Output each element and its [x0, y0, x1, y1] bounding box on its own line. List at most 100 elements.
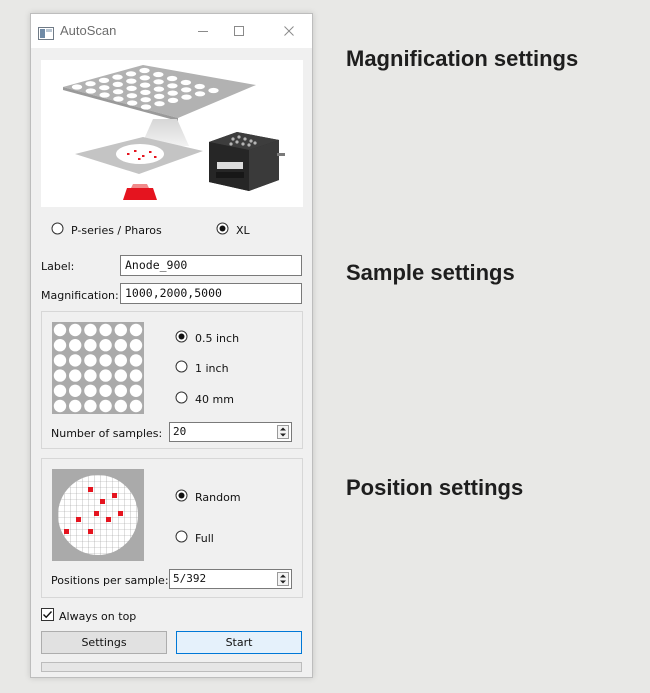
minimize-icon	[198, 31, 208, 32]
size-option-0-5-inch[interactable]: 0.5 inch	[175, 330, 239, 346]
spin-arrows-icon[interactable]	[277, 425, 289, 439]
sample-settings-group: 0.5 inch 1 inch 40 mm Number of samples:…	[41, 311, 303, 449]
always-on-top-label: Always on top	[59, 609, 137, 623]
sample-slot	[114, 323, 127, 337]
sample-slot	[69, 354, 82, 367]
sample-slot	[99, 399, 112, 413]
plate-slot	[85, 81, 96, 87]
sample-slot	[99, 384, 112, 397]
plate-slot	[181, 87, 192, 93]
sample-slot	[129, 354, 143, 367]
plate-slot	[139, 67, 150, 74]
positions-per-sample-spinbox[interactable]: 5/392	[169, 569, 292, 589]
number-of-samples-spinbox[interactable]: 20	[169, 422, 292, 442]
position-mode-label: Full	[195, 531, 214, 545]
label-input[interactable]: Anode_900	[120, 255, 302, 276]
plate-slot	[140, 104, 152, 110]
plate-slot	[113, 96, 124, 102]
sample-slot	[114, 354, 127, 367]
sample-slot	[53, 354, 67, 367]
radio-checked-icon	[175, 489, 188, 505]
plate-slot	[167, 90, 178, 96]
plate-slot	[99, 85, 110, 91]
plate-slot	[166, 75, 178, 82]
title-bar[interactable]: AutoScan	[31, 14, 312, 48]
sample-slot	[114, 369, 127, 382]
sample-slot	[129, 339, 143, 352]
position-mode-label: Random	[195, 490, 241, 504]
size-option-40-mm[interactable]: 40 mm	[175, 391, 234, 407]
sample-slot	[53, 399, 67, 413]
device-option-xl[interactable]: XL	[216, 222, 250, 238]
device-option-label: P-series / Pharos	[71, 223, 162, 237]
always-on-top-checkbox[interactable]: Always on top	[41, 608, 136, 624]
scanner-illustration	[41, 60, 303, 207]
plate-slot	[112, 74, 123, 80]
plate-slot	[167, 97, 179, 103]
spin-arrows-icon[interactable]	[277, 572, 289, 586]
close-button[interactable]	[267, 16, 311, 46]
sample-slot	[129, 323, 143, 337]
magnification-settings-annotation: Magnification settings	[346, 46, 579, 71]
radio-checked-icon	[216, 222, 229, 238]
number-of-samples-value: 20	[173, 425, 187, 438]
sample-slot	[99, 323, 112, 337]
plate-slot	[181, 94, 192, 100]
position-map-icon	[52, 469, 144, 561]
radio-checked-icon	[175, 330, 188, 346]
sample-slot	[114, 399, 127, 413]
checkbox-checked-icon	[41, 608, 54, 624]
plate-slot	[85, 88, 96, 94]
settings-button[interactable]: Settings	[41, 631, 167, 654]
plate-slot	[154, 93, 165, 99]
sample-slot	[69, 384, 82, 397]
position-mode-full[interactable]: Full	[175, 530, 214, 546]
sample-slot	[69, 339, 82, 352]
size-option-1-inch[interactable]: 1 inch	[175, 360, 229, 376]
plate-slot	[126, 85, 137, 91]
radio-unchecked-icon	[51, 222, 64, 238]
sample-slot	[69, 369, 82, 382]
sample-slot	[114, 384, 127, 397]
plate-slot	[140, 97, 151, 103]
plate-slot	[127, 100, 138, 106]
plate-slot	[139, 75, 150, 81]
sample-slot	[53, 323, 67, 337]
plate-slot	[112, 81, 124, 87]
device-option-label: XL	[236, 223, 250, 237]
position-mode-random[interactable]: Random	[175, 489, 241, 505]
sample-slot	[69, 399, 82, 413]
radio-unchecked-icon	[175, 530, 188, 546]
plate-slot	[126, 78, 137, 84]
plate-slot	[153, 71, 164, 78]
magnification-input[interactable]: 1000,2000,5000	[120, 283, 302, 304]
sample-slot	[129, 369, 143, 382]
plate-slot	[154, 101, 165, 107]
maximize-icon	[234, 26, 244, 36]
position-settings-group: Random Full Positions per sample: 5/392	[41, 458, 303, 598]
sample-slot	[129, 399, 143, 413]
radio-unchecked-icon	[175, 360, 188, 376]
plate-slot	[140, 89, 151, 95]
plate-slot	[125, 71, 137, 77]
sample-slot	[69, 323, 82, 337]
app-icon	[38, 25, 54, 44]
sample-slot	[53, 384, 67, 397]
device-option-p-series[interactable]: P-series / Pharos	[51, 222, 162, 238]
sample-slot	[84, 384, 97, 397]
plate-slot	[208, 87, 219, 94]
start-button[interactable]: Start	[176, 631, 302, 654]
sample-slot	[99, 369, 112, 382]
sample-holder-icon	[52, 322, 144, 414]
plate-slot	[194, 83, 205, 90]
sample-slot	[84, 399, 97, 413]
size-option-label: 1 inch	[195, 361, 229, 375]
plate-slot	[180, 79, 192, 86]
maximize-button[interactable]	[217, 16, 261, 46]
plate-slot	[153, 86, 165, 92]
radio-unchecked-icon	[175, 391, 188, 407]
magnification-field-caption: Magnification:	[41, 289, 119, 302]
plate-slot	[139, 82, 151, 88]
sample-slot	[99, 354, 112, 367]
plate-slot	[167, 83, 178, 89]
